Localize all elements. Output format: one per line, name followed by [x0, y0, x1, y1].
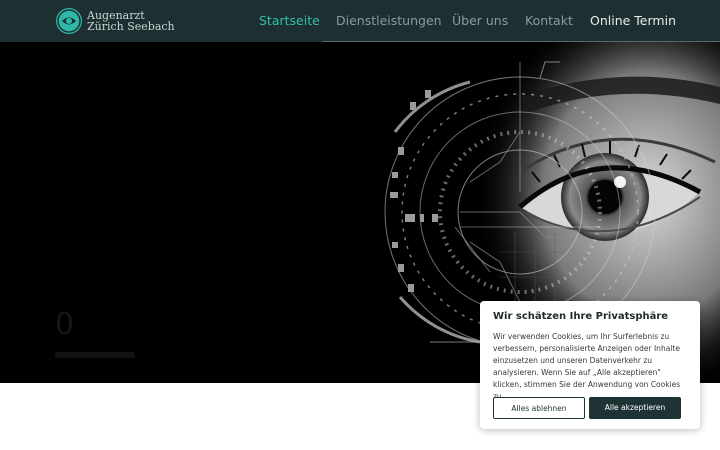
nav-startseite[interactable]: Startseite [259, 13, 320, 29]
main-nav: Startseite Dienstleistungen Über uns Kon… [0, 13, 720, 29]
hero-slide-number: 0 [55, 307, 75, 342]
nav-ueber-uns[interactable]: Über uns [452, 13, 508, 29]
nav-online-termin[interactable]: Online Termin [590, 13, 676, 29]
hero-caption [55, 352, 135, 358]
cookie-consent-banner: Wir schätzen Ihre Privatsphäre Wir verwe… [480, 301, 700, 429]
nav-kontakt[interactable]: Kontakt [525, 13, 573, 29]
cookie-text: Wir verwenden Cookies, um Ihr Surferlebn… [493, 332, 681, 401]
site-header: Augenarzt Zürich Seebach Startseite Dien… [0, 0, 720, 42]
nav-dienstleistungen[interactable]: Dienstleistungen [336, 13, 442, 29]
accept-all-button[interactable]: Alle akzeptieren [589, 397, 681, 419]
reject-all-button[interactable]: Alles ablehnen [493, 397, 585, 419]
cookie-title: Wir schätzen Ihre Privatsphäre [493, 311, 669, 322]
